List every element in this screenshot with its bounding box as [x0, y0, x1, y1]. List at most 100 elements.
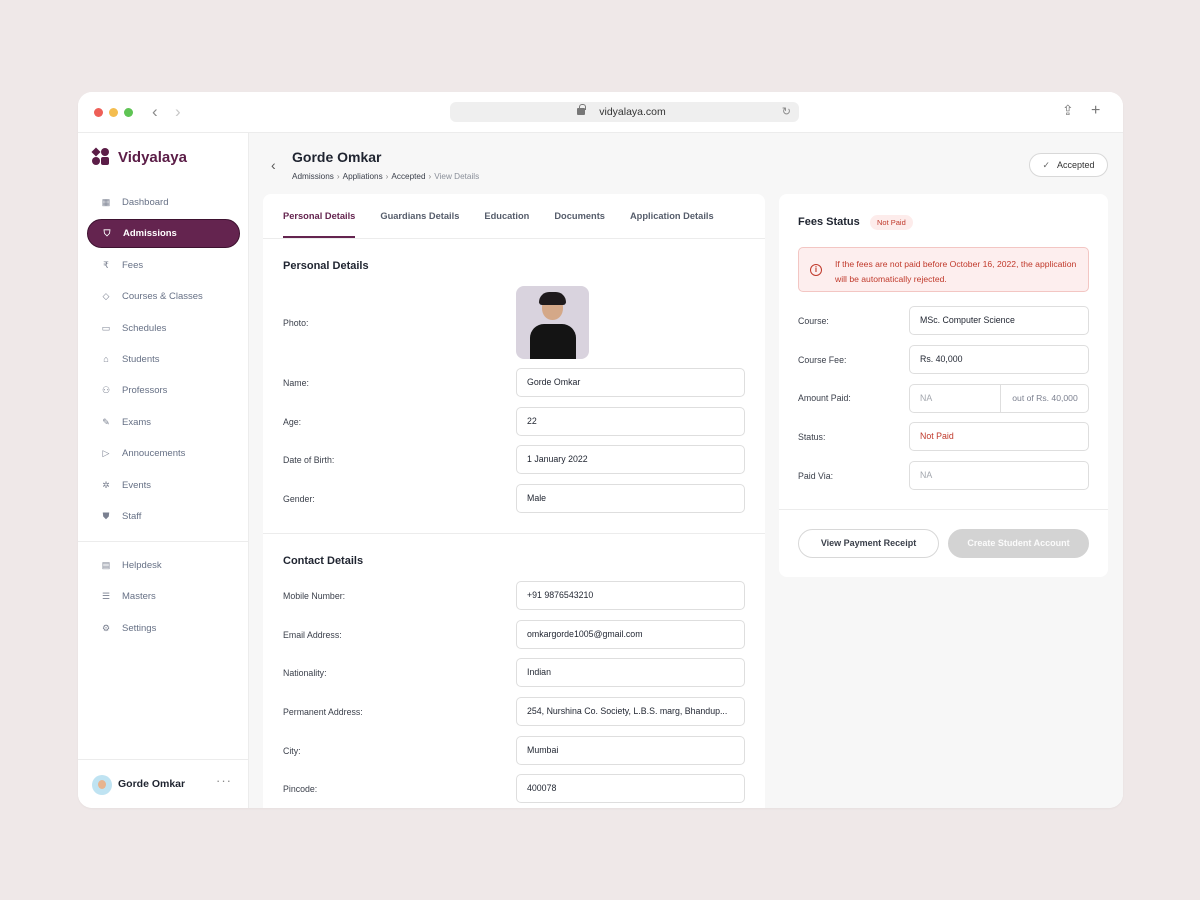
city-label: City:: [283, 746, 301, 756]
sidebar-item-events[interactable]: ✲ Events: [87, 471, 240, 500]
fees-status-badge: Not Paid: [870, 215, 913, 230]
page-title: Gorde Omkar: [292, 149, 382, 165]
nationality-field[interactable]: Indian: [516, 658, 745, 687]
profile-photo[interactable]: [516, 286, 589, 359]
course-fee-field[interactable]: Rs. 40,000: [909, 345, 1089, 374]
breadcrumb: Admissions › Appliations › Accepted › View Det…: [292, 172, 479, 181]
amount-paid-label: Amount Paid:: [798, 393, 851, 403]
breadcrumb-admissions[interactable]: Admissions: [292, 172, 334, 181]
sidebar-item-label: Schedules: [122, 322, 167, 334]
address-label: Permanent Address:: [283, 707, 363, 717]
tab-bar: Personal Details Guardians Details Educa…: [283, 194, 714, 238]
sidebar-item-courses[interactable]: ◇ Courses & Classes: [87, 282, 240, 311]
reload-icon[interactable]: ↻: [782, 102, 791, 122]
user-profile[interactable]: Gorde Omkar ···: [78, 759, 248, 808]
sidebar-item-fees[interactable]: ₹ Fees: [87, 251, 240, 280]
sidebar-item-annoucements[interactable]: ▷ Annoucements: [87, 439, 240, 468]
sidebar-item-staff[interactable]: ⛊ Staff: [87, 502, 240, 531]
tab-education[interactable]: Education: [484, 194, 529, 238]
fees-divider: [779, 509, 1108, 510]
age-field[interactable]: 22: [516, 407, 745, 436]
dob-field[interactable]: 1 January 2022: [516, 445, 745, 474]
avatar: [92, 775, 112, 795]
tab-guardians-details[interactable]: Guardians Details: [380, 194, 459, 238]
sidebar-item-settings[interactable]: ⚙ Settings: [87, 614, 240, 643]
email-field[interactable]: omkargorde1005@gmail.com: [516, 620, 745, 649]
personal-details-heading: Personal Details: [283, 260, 369, 272]
name-field[interactable]: Gorde Omkar: [516, 368, 745, 397]
chat-icon: ▤: [101, 560, 111, 570]
info-icon: i: [810, 264, 822, 276]
party-icon: ✲: [102, 479, 110, 490]
share-icon[interactable]: ⇪: [1062, 102, 1074, 119]
section-divider: [263, 533, 765, 534]
new-tab-plus-icon[interactable]: +: [1091, 102, 1100, 120]
alert-message: If the fees are not paid before October …: [835, 259, 1077, 284]
status-field[interactable]: Not Paid: [909, 422, 1089, 451]
back-arrow-icon[interactable]: ‹: [152, 102, 158, 122]
minimize-window-dot[interactable]: [109, 108, 118, 117]
address-bar[interactable]: vidyalaya.com ↻: [450, 102, 799, 122]
tab-application-details[interactable]: Application Details: [630, 194, 714, 238]
tab-personal-details[interactable]: Personal Details: [283, 194, 356, 238]
breadcrumb-accepted[interactable]: Accepted: [391, 172, 425, 181]
sidebar-divider: [78, 541, 248, 542]
paid-via-field[interactable]: NA: [909, 461, 1089, 490]
sidebar-item-label: Professors: [122, 385, 168, 397]
amount-paid-field[interactable]: NA out of Rs. 40,000: [909, 384, 1089, 413]
contact-details-heading: Contact Details: [283, 555, 364, 567]
grid-icon: ▦: [101, 197, 111, 207]
sidebar-nav: ▦ Dashboard ⛉ Admissions ₹ Fees ◇ Courses & …: [87, 188, 240, 533]
tag-icon: ▷: [102, 448, 110, 459]
sidebar-item-label: Fees: [122, 259, 144, 271]
sidebar-item-label: Settings: [122, 622, 157, 634]
course-label: Course:: [798, 316, 829, 326]
sidebar-item-dashboard[interactable]: ▦ Dashboard: [87, 188, 240, 217]
address-field[interactable]: 254, Nurshina Co. Society, L.B.S. marg, …: [516, 697, 745, 726]
mobile-field[interactable]: +91 9876543210: [516, 581, 745, 610]
city-field[interactable]: Mumbai: [516, 736, 745, 765]
maximize-window-dot[interactable]: [124, 108, 133, 117]
amount-total-suffix: out of Rs. 40,000: [1000, 385, 1089, 412]
course-field[interactable]: MSc. Computer Science: [909, 306, 1089, 335]
paid-via-label: Paid Via:: [798, 471, 834, 481]
lock-icon: [577, 104, 586, 115]
sidebar-item-students[interactable]: ⌂ Students: [87, 345, 240, 374]
gear-icon: ⚙: [101, 622, 111, 633]
shield-icon: ⛉: [103, 228, 111, 239]
sidebar-item-admissions[interactable]: ⛉ Admissions: [87, 219, 240, 249]
gender-label: Gender:: [283, 494, 315, 504]
status-label: Status:: [798, 432, 826, 442]
sidebar-item-exams[interactable]: ✎ Exams: [87, 408, 240, 437]
tab-documents[interactable]: Documents: [554, 194, 605, 238]
user-name: Gorde Omkar: [118, 778, 186, 790]
create-student-account-button[interactable]: Create Student Account: [948, 529, 1089, 558]
status-badge[interactable]: ✓ Accepted: [1029, 153, 1108, 177]
fees-warning-alert: i If the fees are not paid before Octobe…: [798, 247, 1089, 292]
url-text: vidyalaya.com: [599, 106, 666, 118]
sidebar-item-schedules[interactable]: ▭ Schedules: [87, 314, 240, 343]
close-window-dot[interactable]: [94, 108, 103, 117]
sidebar-item-masters[interactable]: ☰ Masters: [87, 582, 240, 611]
sidebar-item-label: Exams: [122, 416, 152, 428]
fees-status-card: Fees Status Not Paid i If the fees are n…: [779, 194, 1108, 577]
photo-label: Photo:: [283, 318, 309, 328]
pincode-field[interactable]: 400078: [516, 774, 745, 803]
view-payment-receipt-button[interactable]: View Payment Receipt: [798, 529, 939, 558]
sidebar-item-label: Annoucements: [122, 448, 186, 460]
fees-status-heading: Fees Status: [798, 216, 860, 228]
gender-field[interactable]: Male: [516, 484, 745, 513]
brand-name: Vidyalaya: [118, 148, 187, 166]
sidebar-item-label: Staff: [122, 510, 142, 522]
check-icon: ✓: [1042, 159, 1050, 170]
pincode-label: Pincode:: [283, 784, 318, 794]
amount-paid-input[interactable]: NA: [920, 385, 932, 412]
brand[interactable]: Vidyalaya: [91, 147, 187, 167]
sidebar-item-helpdesk[interactable]: ▤ Helpdesk: [87, 551, 240, 580]
more-options-icon[interactable]: ···: [216, 773, 232, 788]
sidebar-item-professors[interactable]: ⚇ Professors: [87, 376, 240, 405]
back-chevron-icon[interactable]: ‹: [271, 157, 276, 173]
photo-body: [530, 324, 576, 359]
breadcrumb-appliations[interactable]: Appliations: [343, 172, 383, 181]
forward-arrow-icon[interactable]: ›: [175, 102, 181, 122]
